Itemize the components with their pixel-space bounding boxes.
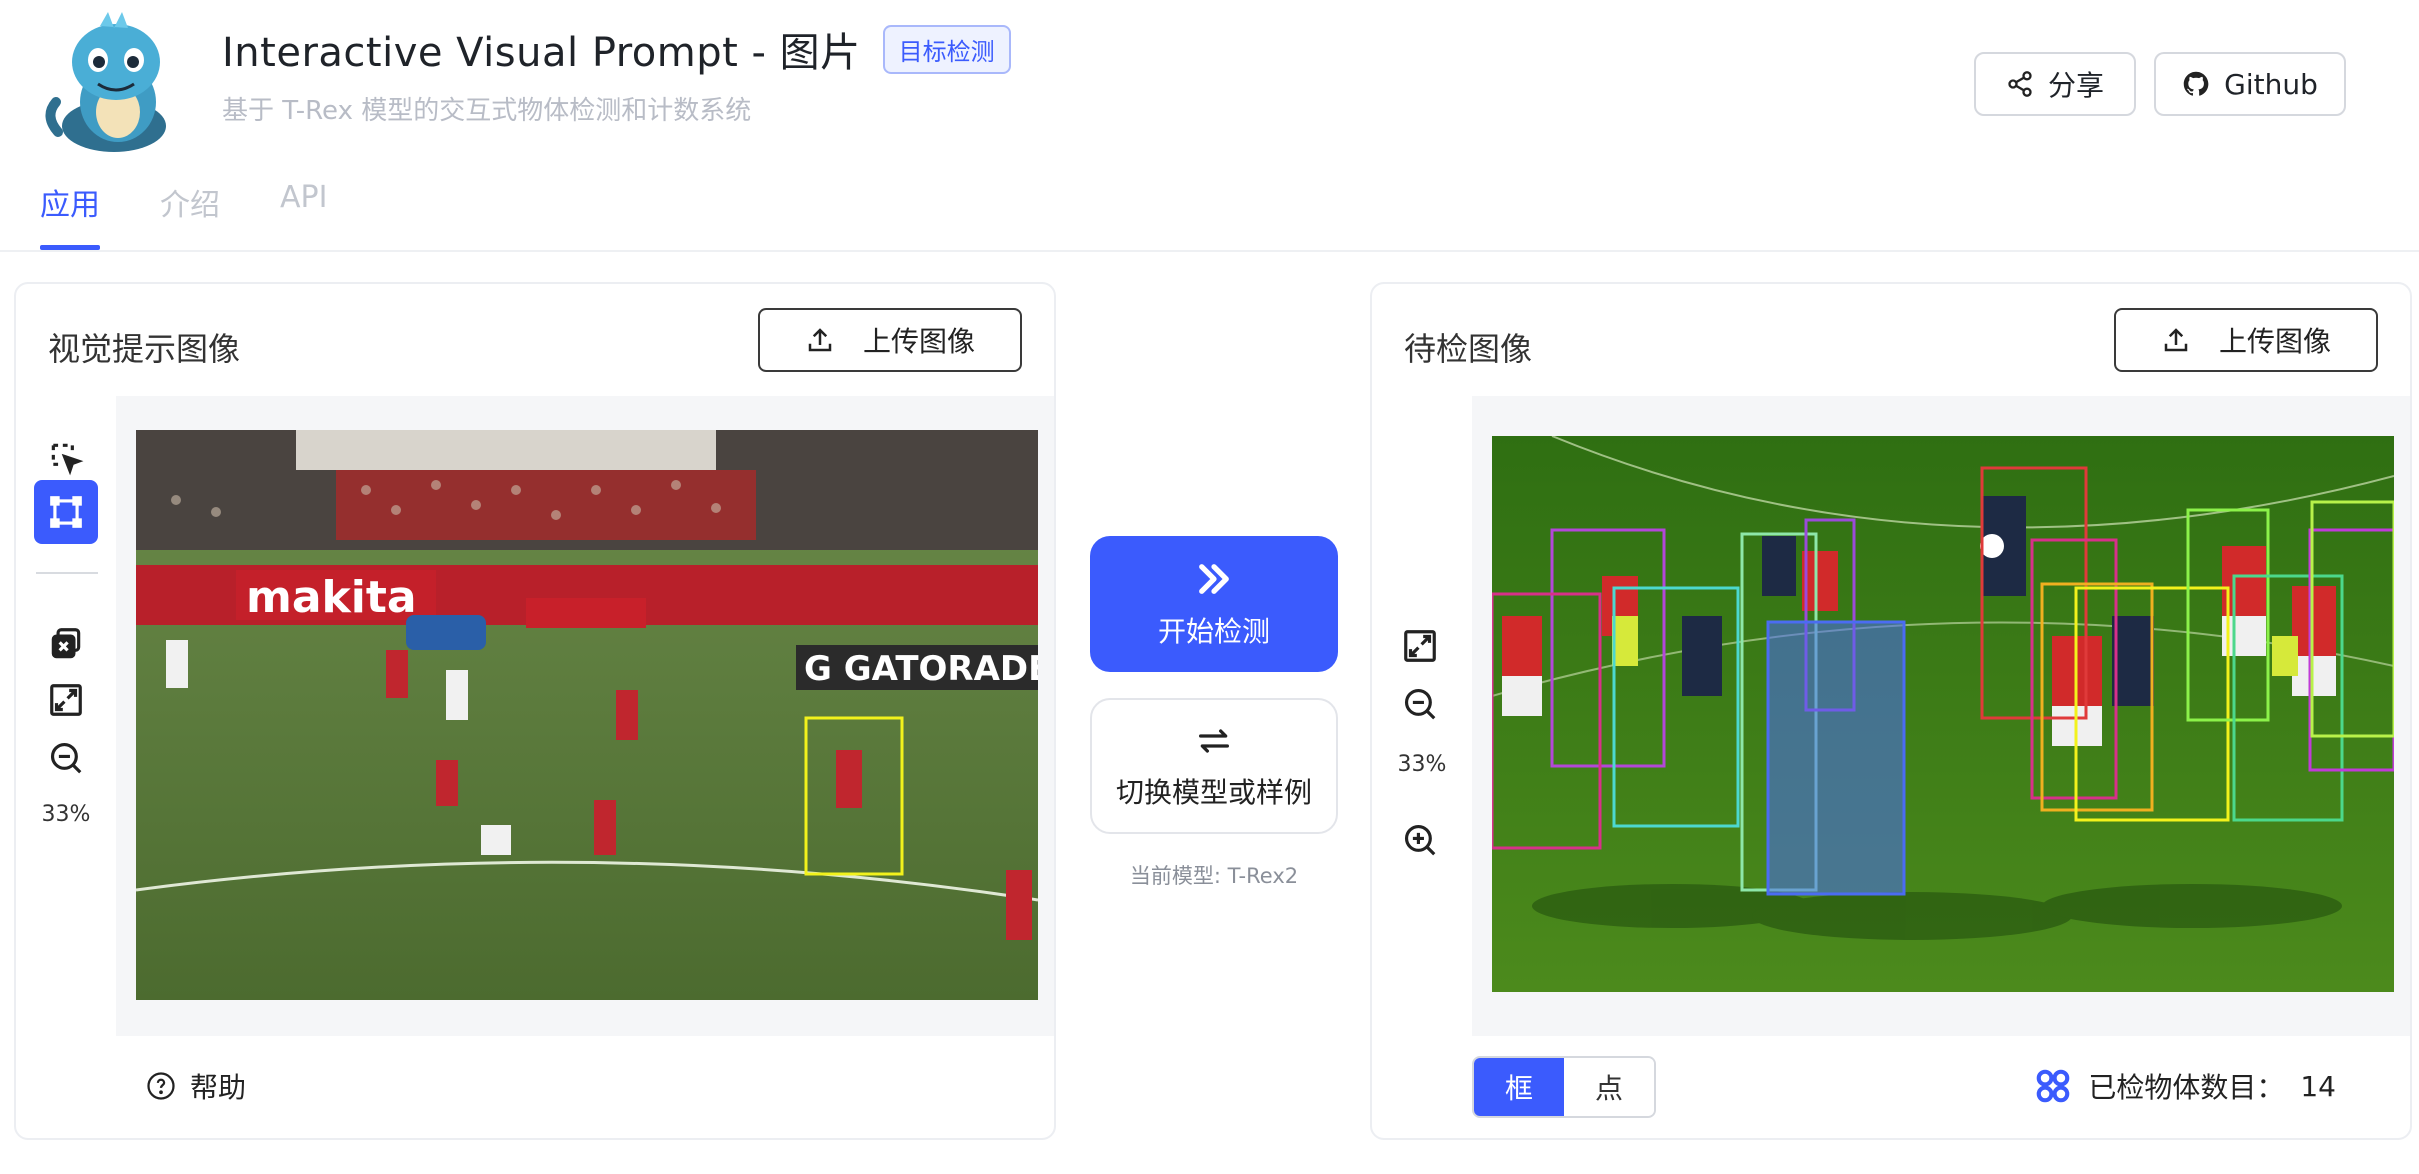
zoom-level: 33% — [41, 802, 91, 827]
app-header: Interactive Visual Prompt - 图片 目标检测 基于 T… — [0, 0, 2419, 252]
box-tool[interactable] — [34, 480, 98, 544]
target-toolbar: 33% — [1372, 396, 1472, 1036]
zoom-out-icon — [50, 742, 82, 774]
switch-model-button[interactable]: 切换模型或样例 — [1090, 698, 1338, 834]
tab-app[interactable]: 应用 — [40, 180, 100, 250]
box-draw-icon — [50, 496, 82, 528]
start-detection-label: 开始检测 — [1157, 615, 1270, 648]
help-icon — [147, 1072, 175, 1100]
current-model-label: 当前模型: T-Rex2 — [1129, 864, 1299, 888]
zoom-in-icon — [1404, 824, 1436, 856]
circles-grid-icon — [2037, 1069, 2070, 1103]
detected-count-label: 已检物体数目： — [2088, 1071, 2285, 1104]
app-subtitle: 基于 T-Rex 模型的交互式物体检测和计数系统 — [222, 96, 752, 126]
github-icon — [2183, 71, 2209, 96]
upload-icon — [2164, 328, 2188, 352]
prompt-image[interactable]: makita G GATORADE — [136, 430, 1038, 1000]
upload-target-image-button[interactable]: 上传图像 — [2114, 308, 2378, 372]
help-button[interactable]: 帮助 — [146, 1066, 246, 1106]
main-tabs: 应用 介绍 API — [40, 180, 327, 250]
visual-prompt-title: 视觉提示图像 — [48, 330, 241, 368]
category-tag: 目标检测 — [882, 24, 1011, 74]
share-icon — [2008, 71, 2032, 97]
app-title: Interactive Visual Prompt - 图片 — [222, 30, 861, 76]
tab-api[interactable]: API — [280, 180, 327, 244]
toolbar-divider — [36, 572, 98, 574]
start-detection-button[interactable]: 开始检测 — [1090, 536, 1338, 672]
zoom-level: 33% — [1397, 752, 1447, 777]
fit-screen-tool[interactable] — [34, 668, 98, 732]
select-icon — [51, 443, 84, 476]
clear-icon — [51, 628, 81, 659]
detected-count: 已检物体数目： 14 — [2034, 1066, 2336, 1106]
svg-text:makita: makita — [246, 572, 417, 623]
prompt-toolbar: 33% — [16, 396, 116, 1036]
mode-box-option[interactable]: 框 — [1474, 1058, 1564, 1116]
upload-icon — [808, 328, 832, 352]
target-image-title: 待检图像 — [1404, 330, 1533, 368]
github-button[interactable]: Github — [2154, 52, 2346, 116]
double-chevron-right-icon — [1199, 564, 1229, 594]
fit-screen-icon — [50, 684, 82, 716]
clear-boxes-tool[interactable] — [34, 612, 98, 676]
prompt-mode-toggle: 框 点 — [1472, 1056, 1656, 1118]
zoom-in-tool[interactable] — [1388, 808, 1452, 872]
dragon-logo — [38, 6, 190, 158]
share-button[interactable]: 分享 — [1974, 52, 2136, 116]
mode-point-option[interactable]: 点 — [1564, 1058, 1654, 1116]
detected-count-value: 14 — [2300, 1069, 2336, 1103]
zoom-out-tool[interactable] — [1388, 672, 1452, 736]
prompt-canvas[interactable]: makita G GATORADE — [116, 396, 1054, 1036]
switch-model-label: 切换模型或样例 — [1115, 776, 1312, 809]
target-panel-footer: 框 点 已检物体数目： 14 — [1372, 1034, 2410, 1138]
swap-icon — [1199, 729, 1229, 753]
svg-text:G GATORADE: G GATORADE — [804, 649, 1038, 689]
prompt-panel-footer: 帮助 — [16, 1034, 1054, 1138]
fit-screen-icon — [1404, 630, 1436, 662]
target-image[interactable] — [1492, 436, 2394, 992]
help-label: 帮助 — [190, 1071, 247, 1104]
upload-prompt-image-button[interactable]: 上传图像 — [758, 308, 1022, 372]
share-label: 分享 — [2047, 69, 2104, 102]
target-image-panel: 待检图像 上传图像 33% 框 点 已检物体数目： 14 — [1370, 282, 2412, 1140]
github-label: Github — [2224, 67, 2318, 101]
tab-intro[interactable]: 介绍 — [160, 180, 220, 244]
visual-prompt-panel: 视觉提示图像 上传图像 33% makita G GATORADE 帮助 — [14, 282, 1056, 1140]
target-canvas[interactable] — [1472, 396, 2410, 1036]
upload-label: 上传图像 — [2218, 325, 2331, 358]
zoom-out-icon — [1404, 688, 1436, 720]
fit-screen-tool[interactable] — [1388, 614, 1452, 678]
upload-label: 上传图像 — [862, 325, 975, 358]
zoom-out-tool[interactable] — [34, 726, 98, 790]
